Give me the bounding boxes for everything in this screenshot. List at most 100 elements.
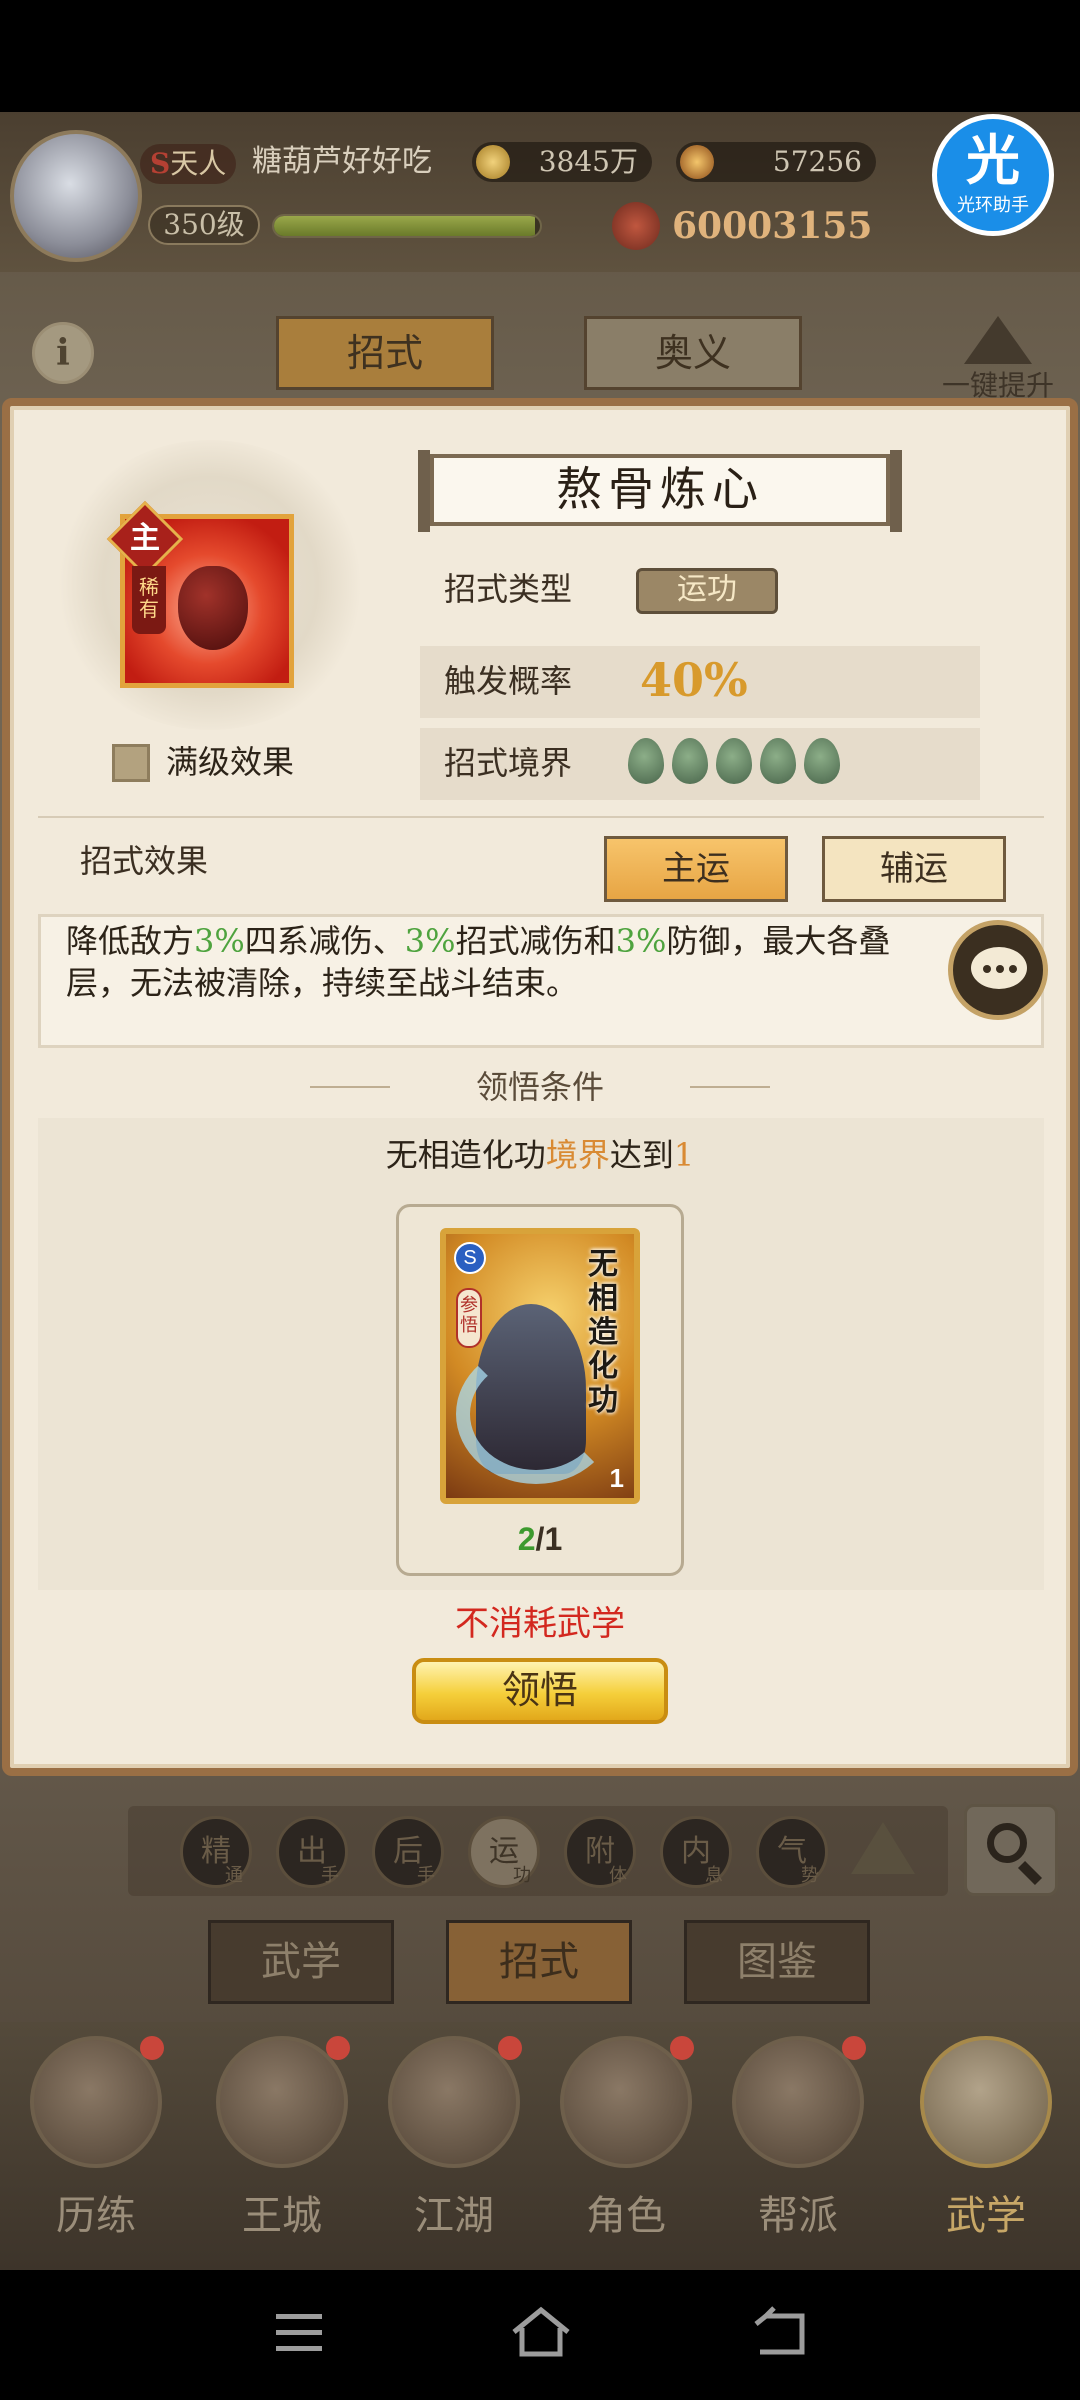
- filter-chip[interactable]: 运功: [468, 1816, 540, 1888]
- sub-effect-button[interactable]: 辅运: [822, 836, 1006, 902]
- heart-icon: [178, 566, 248, 650]
- filter-chip[interactable]: 出手: [276, 1816, 348, 1888]
- gold-ingot-icon: [680, 145, 714, 179]
- max-effect-label: 满级效果: [166, 743, 295, 781]
- home-glyph: [512, 2306, 570, 2357]
- comprehend-button[interactable]: 领悟: [412, 1658, 668, 1724]
- search-icon[interactable]: [964, 1804, 1058, 1896]
- card-level: 1: [609, 1463, 624, 1493]
- info-icon[interactable]: i: [32, 322, 94, 384]
- assistant-label: 光环助手: [957, 195, 1029, 215]
- assistant-float-button[interactable]: 光 光环助手: [932, 114, 1054, 236]
- card-title: 无相造化功: [588, 1247, 618, 1418]
- power-value: 60003155: [672, 205, 873, 247]
- back-icon[interactable]: [746, 2302, 816, 2364]
- effect-value: 3%: [615, 922, 667, 960]
- main-effect-button[interactable]: 主运: [604, 836, 788, 902]
- chance-label: 触发概率: [444, 662, 573, 700]
- back-glyph: [754, 2306, 805, 2355]
- condition-skill: 无相造化功: [385, 1136, 546, 1174]
- notification-dot: [326, 2036, 350, 2060]
- realm-drop-icon: [716, 738, 752, 784]
- player-avatar[interactable]: [10, 130, 142, 262]
- chance-value: 40%: [640, 653, 748, 707]
- nav-martial-arts[interactable]: 武学: [906, 2036, 1066, 2256]
- title-text: 天人: [170, 147, 227, 180]
- condition-title: 领悟条件: [475, 1068, 604, 1106]
- gold-counter: 57256: [676, 142, 876, 182]
- assistant-logo-icon: 光: [966, 128, 1020, 192]
- filter-chip-sub: 手: [321, 1865, 339, 1886]
- chat-dot: [983, 965, 991, 973]
- required-card[interactable]: S 参悟 无相造化功 1: [440, 1228, 640, 1504]
- filter-chip[interactable]: 附体: [564, 1816, 636, 1888]
- filter-chip[interactable]: 气势: [756, 1816, 828, 1888]
- notification-dot: [498, 2036, 522, 2060]
- menu-icon[interactable]: [264, 2302, 334, 2364]
- grade-icon: S: [454, 1242, 486, 1274]
- condition-text: 无相造化功境界达到1: [0, 1130, 1080, 1180]
- skill-name: 熬骨炼心: [418, 450, 902, 532]
- condition-level: 1: [673, 1136, 695, 1174]
- realm-drop-icon: [804, 738, 840, 784]
- chat-icon[interactable]: [948, 920, 1048, 1020]
- divider: [38, 816, 1044, 818]
- type-label: 招式类型: [444, 570, 573, 608]
- filter-chip[interactable]: 精通: [180, 1816, 252, 1888]
- nav-label: 武学: [946, 2193, 1026, 2239]
- filter-collapse-icon[interactable]: [848, 1818, 918, 1888]
- subtab-martial-arts[interactable]: 武学: [208, 1920, 394, 2004]
- nav-label: 江湖: [414, 2193, 494, 2239]
- card-count-need: 1: [544, 1521, 563, 1557]
- combat-power: 60003155: [612, 200, 872, 252]
- tab-ultimate[interactable]: 奥义: [584, 316, 802, 390]
- upgrade-all-button[interactable]: 一键提升: [926, 310, 1070, 410]
- nav-character[interactable]: 角色: [546, 2036, 706, 2256]
- card-count: 2/1: [396, 1516, 684, 1562]
- subtab-codex[interactable]: 图鉴: [684, 1920, 870, 2004]
- nav-royal-city[interactable]: 王城: [202, 2036, 362, 2256]
- filter-chip-sub: 手: [417, 1865, 435, 1886]
- effect-description: 降低敌方3%四系减伤、3%招式减伤和3%防御，最大各叠 层，无法被清除，持续至战斗…: [66, 920, 966, 1004]
- nav-training[interactable]: 历练: [16, 2036, 176, 2256]
- nav-jianghu[interactable]: 江湖: [374, 2036, 534, 2256]
- tab-skills[interactable]: 招式: [276, 316, 494, 390]
- notification-dot: [842, 2036, 866, 2060]
- filter-chip-sub: 势: [801, 1865, 819, 1886]
- player-header: [0, 112, 1080, 272]
- filter-chip[interactable]: 内息: [660, 1816, 732, 1888]
- nav-label: 王城: [242, 2193, 322, 2239]
- chat-dot: [996, 965, 1004, 973]
- menu-line: [276, 2314, 322, 2319]
- notification-dot: [140, 2036, 164, 2060]
- upgrade-arrow-icon: [964, 316, 1032, 364]
- nav-label: 帮派: [758, 2193, 838, 2239]
- effect-value: 3%: [194, 922, 245, 960]
- silver-coin-icon: [476, 145, 510, 179]
- realm-drop-icon: [760, 738, 796, 784]
- realm-label: 招式境界: [444, 744, 573, 782]
- player-name: 糖葫芦好好吃: [252, 144, 432, 179]
- condition-verb: 达到: [609, 1136, 674, 1174]
- card-tag: 参悟: [456, 1288, 482, 1348]
- search-handle: [1017, 1860, 1043, 1886]
- main-badge-label: 主: [130, 521, 160, 556]
- filter-chip-sub: 体: [609, 1865, 627, 1886]
- player-title-badge: S天人: [140, 144, 237, 184]
- triangle-up-icon: [851, 1822, 915, 1874]
- rare-badge: 稀有: [132, 566, 166, 634]
- type-tag: 运功: [636, 568, 778, 614]
- subtab-skills[interactable]: 招式: [446, 1920, 632, 2004]
- realm-drop-icon: [672, 738, 708, 784]
- nav-label: 角色: [586, 2193, 666, 2239]
- realm-drop-icon: [628, 738, 664, 784]
- max-effect-checkbox[interactable]: [112, 744, 150, 782]
- notification-dot: [670, 2036, 694, 2060]
- xp-fill: [274, 216, 535, 236]
- gold-value: 57256: [772, 145, 862, 178]
- home-icon[interactable]: [506, 2302, 576, 2364]
- effect-text-part: 降低敌方: [66, 922, 195, 960]
- status-bar: [0, 0, 1080, 112]
- filter-chip[interactable]: 后手: [372, 1816, 444, 1888]
- nav-guild[interactable]: 帮派: [718, 2036, 878, 2256]
